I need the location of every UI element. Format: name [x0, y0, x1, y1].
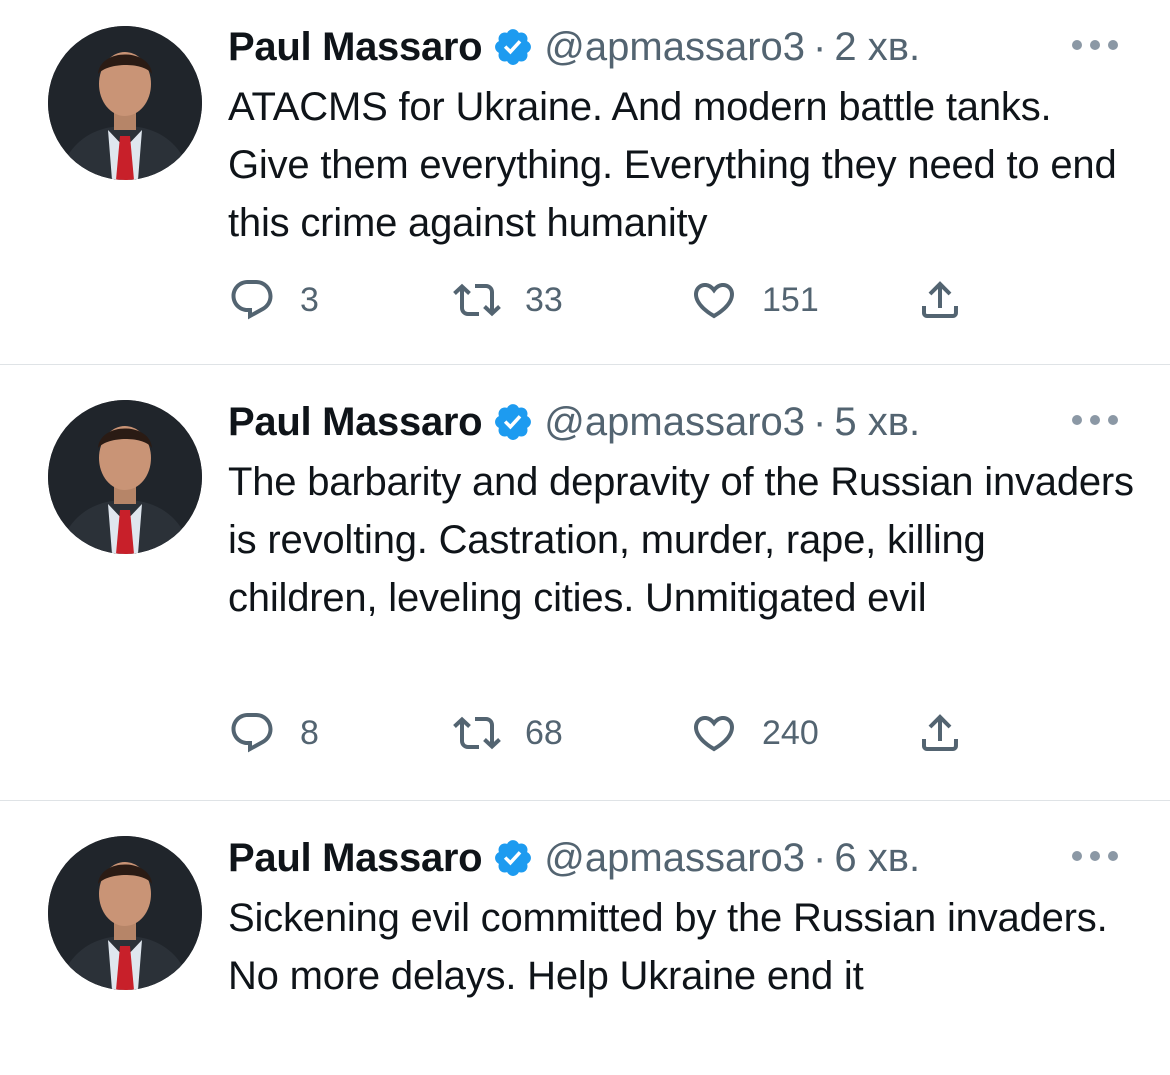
reply-count: 3 — [300, 280, 319, 319]
tweet-actions: 8 68 240 — [228, 705, 988, 761]
verified-badge-icon — [492, 401, 534, 443]
retweet-icon — [453, 283, 501, 317]
retweet-count: 68 — [525, 713, 563, 752]
author-handle[interactable]: @apmassaro3 — [544, 22, 805, 72]
author-name[interactable]: Paul Massaro — [228, 397, 483, 447]
more-options-icon[interactable] — [1072, 413, 1118, 427]
separator-dot: · — [813, 400, 827, 444]
separator-dot: · — [813, 25, 827, 69]
like-count: 240 — [762, 713, 819, 752]
like-button[interactable]: 151 — [690, 272, 819, 328]
author-name[interactable]: Paul Massaro — [228, 22, 483, 72]
retweet-icon — [453, 716, 501, 750]
retweet-button[interactable]: 68 — [453, 705, 563, 761]
tweet[interactable]: Paul Massaro @apmassaro3 · 2 хв. ATACMS … — [0, 0, 1170, 365]
avatar[interactable] — [48, 26, 202, 180]
reply-icon — [231, 280, 273, 320]
reply-button[interactable]: 3 — [228, 272, 319, 328]
like-button[interactable]: 240 — [690, 705, 819, 761]
share-icon — [922, 714, 958, 751]
reply-icon — [231, 713, 273, 753]
tweet[interactable]: Paul Massaro @apmassaro3 · 6 хв. Sickeni… — [0, 801, 1170, 1075]
tweet[interactable]: Paul Massaro @apmassaro3 · 5 хв. The bar… — [0, 365, 1170, 801]
timestamp[interactable]: 5 хв. — [834, 397, 920, 447]
separator-dot: · — [813, 836, 827, 880]
tweet-text: ATACMS for Ukraine. And modern battle ta… — [228, 85, 1117, 245]
verified-badge-icon — [492, 26, 534, 68]
timestamp[interactable]: 2 хв. — [834, 22, 920, 72]
avatar-portrait-icon — [48, 26, 202, 180]
timestamp[interactable]: 6 хв. — [834, 833, 920, 883]
tweet-actions: 3 33 151 — [228, 272, 988, 328]
avatar-portrait-icon — [48, 836, 202, 990]
more-options-icon[interactable] — [1072, 849, 1118, 863]
tweet-text: Sickening evil committed by the Russian … — [228, 896, 1108, 998]
share-button[interactable] — [916, 272, 964, 328]
reply-button[interactable]: 8 — [228, 705, 319, 761]
author-handle[interactable]: @apmassaro3 — [544, 833, 805, 883]
reply-count: 8 — [300, 713, 319, 752]
share-button[interactable] — [916, 705, 964, 761]
retweet-count: 33 — [525, 280, 563, 319]
tweet-text: The barbarity and depravity of the Russi… — [228, 460, 1134, 620]
author-name[interactable]: Paul Massaro — [228, 833, 483, 883]
tweet-header: Paul Massaro @apmassaro3 · 6 хв. — [228, 833, 920, 883]
heart-icon — [693, 716, 735, 752]
share-icon — [922, 281, 958, 318]
avatar-portrait-icon — [48, 400, 202, 554]
retweet-button[interactable]: 33 — [453, 272, 563, 328]
avatar[interactable] — [48, 400, 202, 554]
more-options-icon[interactable] — [1072, 38, 1118, 52]
author-handle[interactable]: @apmassaro3 — [544, 397, 805, 447]
heart-icon — [693, 283, 735, 319]
verified-badge-icon — [492, 837, 534, 879]
avatar[interactable] — [48, 836, 202, 990]
tweet-header: Paul Massaro @apmassaro3 · 5 хв. — [228, 397, 920, 447]
like-count: 151 — [762, 280, 819, 319]
tweet-header: Paul Massaro @apmassaro3 · 2 хв. — [228, 22, 920, 72]
